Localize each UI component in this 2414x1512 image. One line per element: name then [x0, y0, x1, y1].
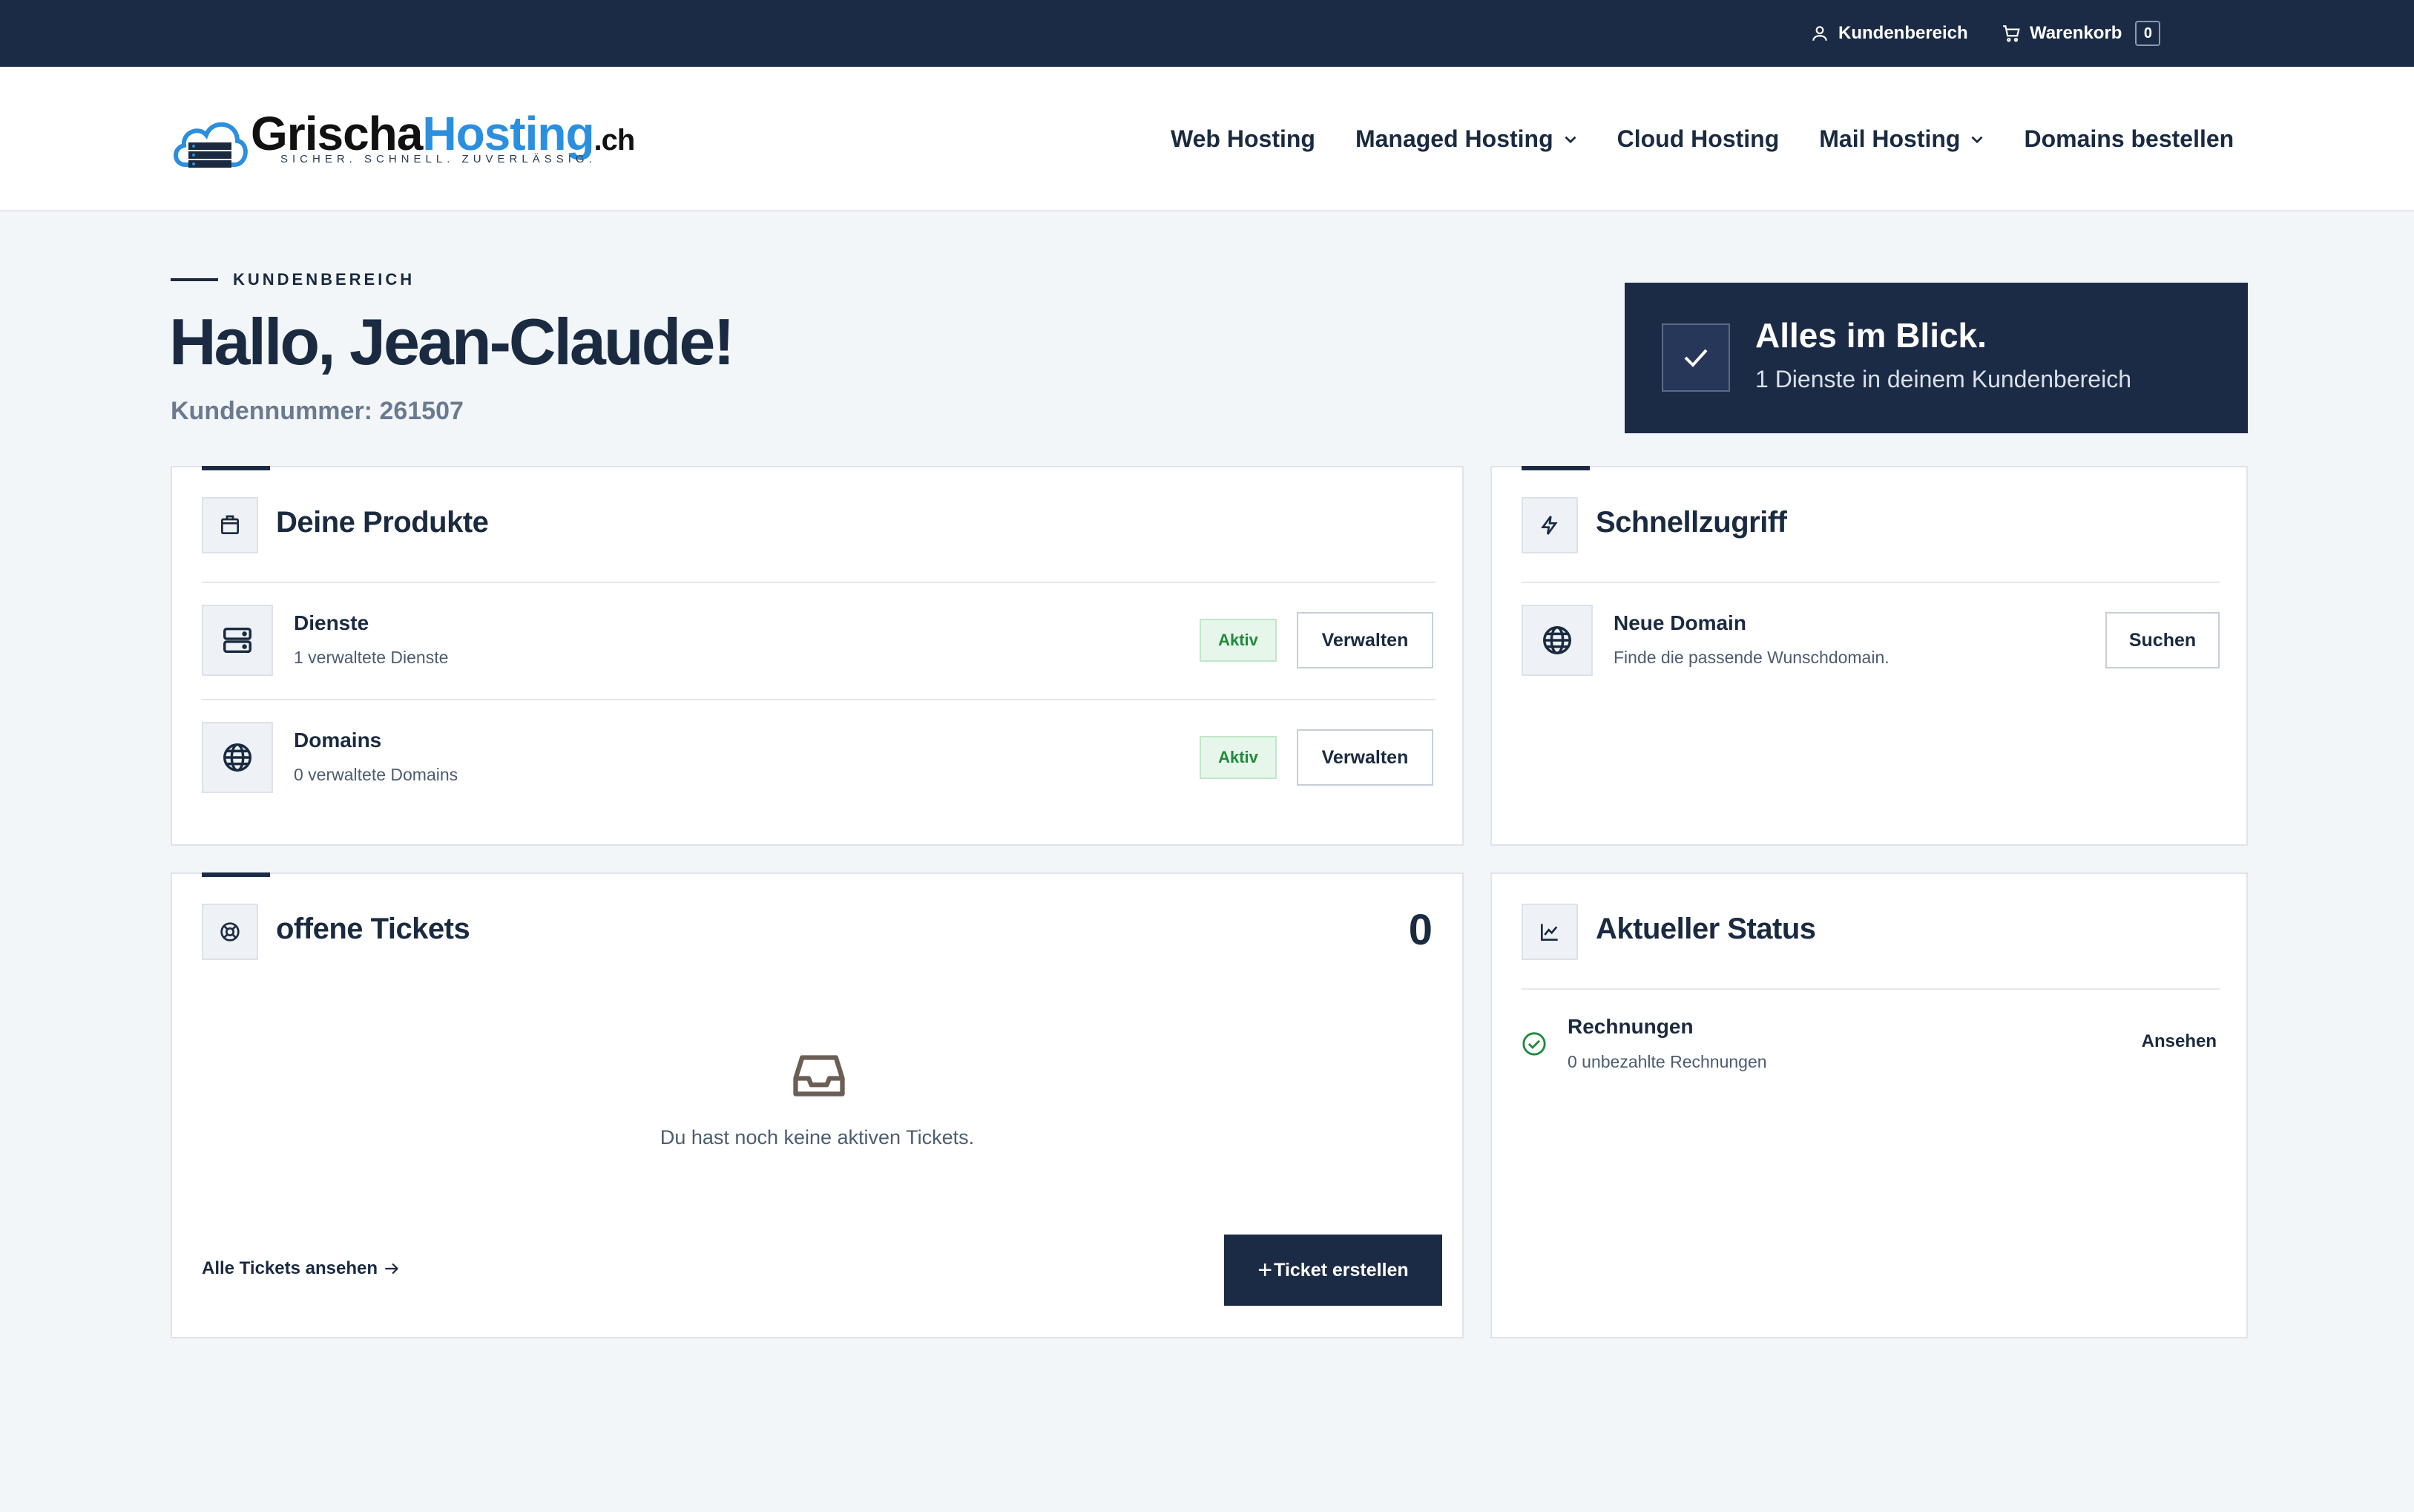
tagline-text: SICHER. SCHNELL. ZUVERLÄSSIG.: [280, 153, 596, 165]
tickets-card: offene Tickets 0 Du hast noch keine akti…: [171, 872, 1464, 1338]
neue-domain-icon-box: [1522, 605, 1593, 676]
logo-tagline: SICHER. SCHNELL. ZUVERLÄSSIG.: [263, 153, 596, 165]
ansehen-link[interactable]: Ansehen: [2142, 1031, 2217, 1052]
globe-icon: [1543, 626, 1571, 654]
ticket-erstellen-label: Ticket erstellen: [1274, 1259, 1409, 1281]
eyebrow-line: [171, 278, 218, 281]
neue-domain-title: Neue Domain: [1614, 611, 1746, 634]
cart-icon: [2003, 25, 2020, 42]
ticket-erstellen-button[interactable]: + Ticket erstellen: [1224, 1235, 1442, 1306]
kundenbereich-link[interactable]: Kundenbereich: [1810, 0, 1968, 67]
divider: [1522, 582, 2220, 583]
overview-panel: Alles im Blick. 1 Dienste in deinem Kund…: [1625, 283, 2248, 433]
warenkorb-label: Warenkorb: [2030, 23, 2122, 43]
nav-managed-hosting-label: Managed Hosting: [1355, 125, 1553, 152]
nav-domains-label: Domains bestellen: [2024, 125, 2234, 152]
dienste-verwalten-button[interactable]: Verwalten: [1297, 612, 1433, 668]
nav-domains-bestellen[interactable]: Domains bestellen: [2024, 125, 2234, 153]
suchen-button[interactable]: Suchen: [2105, 612, 2220, 668]
kundenbereich-label: Kundenbereich: [1838, 23, 1968, 43]
overview-title: Alles im Blick.: [1755, 316, 1987, 355]
main-nav: Web Hosting Managed Hosting Cloud Hostin…: [1171, 67, 2234, 211]
dienste-icon-box: [202, 605, 273, 676]
domains-title: Domains: [294, 729, 382, 752]
dienste-title: Dienste: [294, 611, 369, 634]
tickets-head-icon-box: [202, 904, 258, 960]
card-accent: [202, 872, 270, 877]
arrow-right-icon: [385, 1263, 399, 1275]
lifebuoy-icon: [220, 922, 240, 941]
all-tickets-label: Alle Tickets ansehen: [202, 1258, 378, 1278]
card-accent: [202, 466, 270, 470]
status-title: Aktueller Status: [1596, 913, 1816, 945]
domains-verwalten-button[interactable]: Verwalten: [1297, 729, 1433, 786]
rechnungen-subtitle: 0 unbezahlte Rechnungen: [1568, 1052, 1767, 1071]
page-title: Hallo, Jean-Claude!: [169, 305, 735, 378]
cart-count-badge: 0: [2135, 21, 2161, 46]
warenkorb-link[interactable]: Warenkorb 0: [2002, 0, 2161, 67]
eyebrow-label: KUNDENBEREICH: [233, 270, 415, 289]
nav-mail-hosting-label: Mail Hosting: [1819, 125, 1961, 152]
status-card: Aktueller Status Rechnungen 0 unbezahlte…: [1490, 872, 2248, 1338]
products-head-icon-box: [202, 497, 258, 553]
domains-icon-box: [202, 722, 273, 793]
plus-icon: +: [1257, 1256, 1273, 1284]
nav-cloud-hosting[interactable]: Cloud Hosting: [1617, 125, 1780, 153]
neue-domain-subtitle: Finde die passende Wunschdomain.: [1614, 648, 1890, 667]
chevron-down-icon: [1972, 136, 1983, 143]
nav-cloud-hosting-label: Cloud Hosting: [1617, 125, 1780, 152]
quick-access-card: Schnellzugriff Neue Domain Finde die pas…: [1490, 466, 2248, 846]
ticket-count: 0: [1408, 906, 1433, 954]
nav-mail-hosting[interactable]: Mail Hosting: [1819, 125, 1987, 153]
check-icon: [1684, 349, 1708, 367]
inbox-icon: [793, 1055, 845, 1097]
products-title: Deine Produkte: [276, 506, 489, 539]
empty-tickets-text: Du hast noch keine aktiven Tickets.: [660, 1126, 975, 1148]
logo-tld: .ch: [593, 124, 636, 157]
divider: [202, 699, 1435, 700]
status-badge: Aktiv: [1200, 619, 1277, 662]
user-icon: [1812, 26, 1827, 41]
check-circle-icon: [1522, 1032, 1546, 1056]
divider: [202, 582, 1435, 583]
all-tickets-link[interactable]: Alle Tickets ansehen: [202, 1258, 401, 1279]
overview-subtitle: 1 Dienste in deinem Kundenbereich: [1755, 366, 2131, 392]
quick-title: Schnellzugriff: [1596, 506, 1787, 539]
section-eyebrow: KUNDENBEREICH: [171, 270, 415, 289]
nav-web-hosting-label: Web Hosting: [1171, 125, 1315, 152]
status-badge: Aktiv: [1200, 736, 1277, 779]
card-accent: [1522, 466, 1590, 470]
tickets-title: offene Tickets: [276, 913, 470, 945]
cloud-server-logo-icon: [174, 122, 248, 168]
package-icon: [221, 515, 239, 534]
dienste-subtitle: 1 verwaltete Dienste: [294, 648, 449, 667]
nav-web-hosting[interactable]: Web Hosting: [1171, 125, 1315, 153]
server-icon: [223, 627, 251, 654]
overview-check-box: [1662, 323, 1730, 392]
globe-icon: [223, 743, 251, 772]
customer-number: Kundennummer: 261507: [171, 397, 464, 425]
quick-head-icon-box: [1522, 497, 1578, 553]
top-bar: Kundenbereich Warenkorb 0: [0, 0, 2414, 67]
divider: [1522, 988, 2220, 990]
products-card: Deine Produkte Dienste 1 verwaltete Dien…: [171, 466, 1464, 846]
lightning-icon: [1541, 516, 1558, 535]
chevron-down-icon: [1565, 136, 1576, 143]
nav-managed-hosting[interactable]: Managed Hosting: [1355, 125, 1580, 153]
status-head-icon-box: [1522, 904, 1578, 960]
rechnungen-title: Rechnungen: [1568, 1015, 1694, 1038]
domains-subtitle: 0 verwaltete Domains: [294, 765, 458, 784]
chart-line-icon: [1541, 924, 1558, 941]
